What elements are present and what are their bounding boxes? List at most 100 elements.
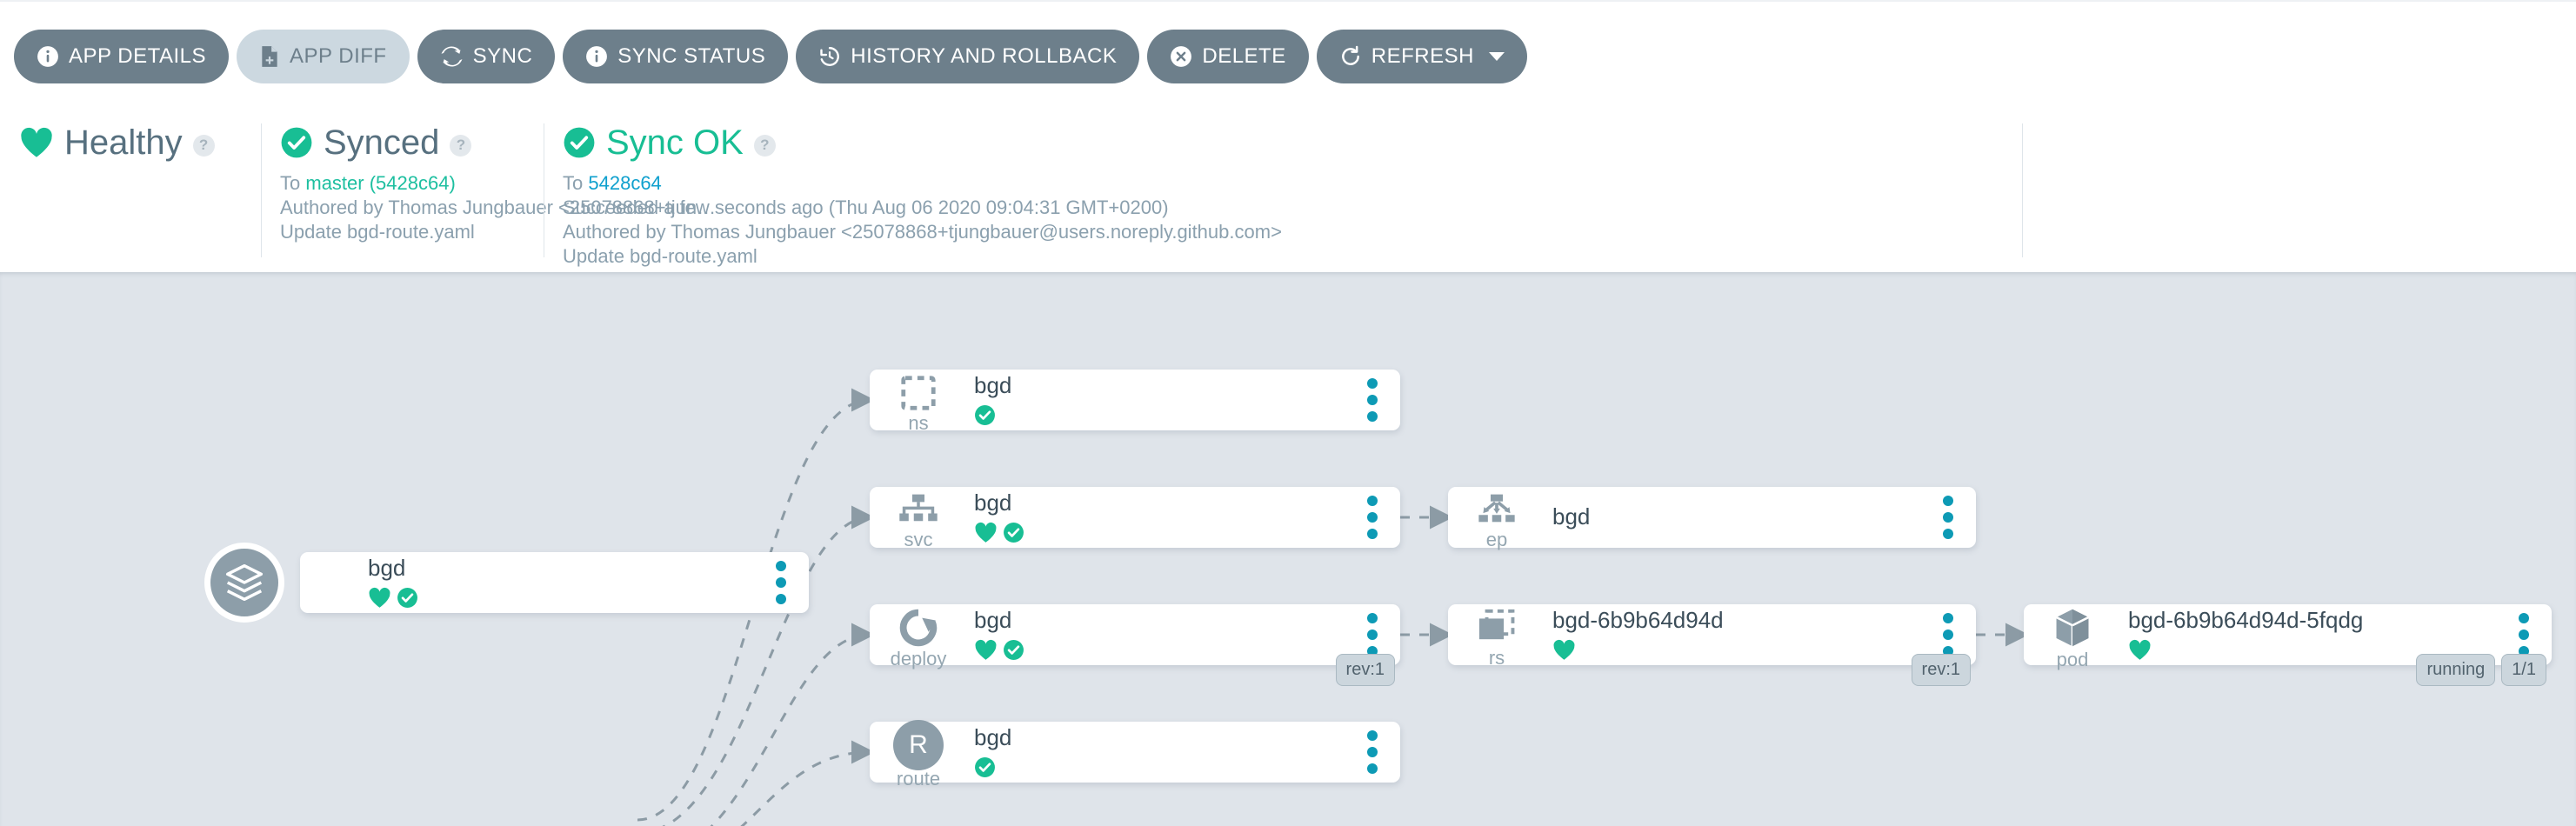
- health-help-icon[interactable]: ?: [193, 135, 215, 157]
- app-status-summary: Healthy ? Synced ? To master (5428c64) A…: [0, 111, 2576, 272]
- tree-node-pod[interactable]: pod bgd-6b9b64d94d-5fqdg running 1/1: [2024, 604, 2552, 665]
- tree-node-route[interactable]: R route bgd: [870, 722, 1400, 783]
- check-circle-icon: [1003, 639, 1024, 661]
- node-name: bgd: [368, 556, 762, 580]
- sync-icon: [440, 45, 464, 68]
- check-circle-icon: [1003, 522, 1024, 543]
- operation-to-prefix: To: [563, 172, 583, 194]
- panel-divider: [2022, 123, 2023, 257]
- operation-status-title: Sync OK: [606, 125, 744, 160]
- tree-node-svc[interactable]: svc bgd: [870, 487, 1400, 548]
- app-details-button[interactable]: APP DETAILS: [14, 30, 229, 83]
- revision-tag: rev:1: [1912, 654, 1971, 686]
- operation-panel-tail: [2022, 111, 2576, 272]
- heart-icon: [974, 639, 998, 661]
- node-name-cell: bgd: [967, 609, 1353, 660]
- resource-tree-canvas[interactable]: bgd ns bgd: [0, 272, 2576, 826]
- heart-icon: [1552, 639, 1576, 661]
- route-letter-icon: R: [893, 723, 944, 768]
- service-icon: [898, 492, 938, 529]
- file-diff-icon: [259, 45, 280, 68]
- info-icon: [585, 45, 608, 68]
- node-kind-cell: ns: [870, 370, 967, 430]
- check-circle-icon: [563, 126, 596, 159]
- history-and-rollback-button[interactable]: HISTORY AND ROLLBACK: [796, 30, 1139, 83]
- node-menu-button[interactable]: [1929, 496, 1967, 539]
- operation-help-icon[interactable]: ?: [754, 135, 776, 157]
- operation-revision-link[interactable]: 5428c64: [588, 172, 661, 194]
- node-name: bgd: [974, 726, 1353, 749]
- sync-status-label: SYNC STATUS: [617, 44, 765, 69]
- pod-phase-tag: running: [2416, 654, 2495, 686]
- history-icon: [818, 45, 841, 68]
- node-menu-button[interactable]: [762, 561, 800, 604]
- tree-node-ep[interactable]: ep bgd: [1448, 487, 1976, 548]
- layers-icon: [204, 543, 284, 623]
- deployment-icon: [898, 608, 938, 648]
- node-name: bgd: [1552, 505, 1929, 529]
- app-details-label: APP DETAILS: [69, 44, 206, 69]
- node-status-row: [368, 587, 762, 609]
- node-status-row: [974, 639, 1353, 661]
- sync-button[interactable]: SYNC: [417, 30, 556, 83]
- node-tag-row: running 1/1: [2416, 654, 2546, 686]
- check-circle-icon: [280, 126, 313, 159]
- check-circle-icon: [974, 404, 996, 426]
- app-diff-label: APP DIFF: [290, 44, 387, 69]
- check-circle-icon: [974, 756, 996, 778]
- node-name-cell: bgd: [361, 556, 762, 608]
- node-menu-button[interactable]: [1353, 730, 1391, 774]
- check-circle-icon: [397, 587, 418, 609]
- app-diff-button[interactable]: APP DIFF: [237, 30, 410, 83]
- node-name-cell: bgd: [967, 726, 1353, 777]
- heart-icon: [2128, 639, 2152, 661]
- tree-node-deploy[interactable]: deploy bgd rev:1: [870, 604, 1400, 665]
- node-kind-cell: [300, 552, 361, 613]
- sync-revision-link[interactable]: master (5428c64): [305, 172, 455, 194]
- node-kind-label: rs: [1489, 649, 1505, 668]
- operation-commit-message: Update bgd-route.yaml: [563, 244, 2022, 269]
- sync-status-panel: Synced ? To master (5428c64) Authored by…: [261, 111, 544, 272]
- node-kind-cell: R route: [870, 722, 967, 783]
- delete-button[interactable]: DELETE: [1147, 30, 1308, 83]
- panel-divider: [261, 123, 262, 257]
- operation-author: Authored by Thomas Jungbauer <25078868+t…: [563, 220, 2022, 244]
- sync-help-icon[interactable]: ?: [450, 135, 471, 157]
- sync-revision-line: To master (5428c64): [280, 171, 544, 196]
- sync-author: Authored by Thomas Jungbauer <25078868+t…: [280, 196, 544, 220]
- node-kind-cell: svc: [870, 487, 967, 548]
- node-menu-button[interactable]: [1353, 613, 1391, 656]
- node-name-cell: bgd-6b9b64d94d-5fqdg: [2121, 609, 2505, 660]
- tree-node-rs[interactable]: rs bgd-6b9b64d94d rev:1: [1448, 604, 1976, 665]
- tree-node-app[interactable]: bgd: [300, 552, 809, 613]
- node-status-row: [974, 404, 1353, 426]
- node-name-cell: bgd: [1545, 505, 1929, 529]
- node-kind-cell: ep: [1448, 487, 1545, 548]
- heart-icon: [974, 522, 998, 543]
- node-kind-cell: deploy: [870, 604, 967, 665]
- revision-tag: rev:1: [1336, 654, 1395, 686]
- node-tag-row: rev:1: [1336, 654, 1395, 686]
- refresh-icon: [1339, 45, 1362, 68]
- node-name: bgd-6b9b64d94d-5fqdg: [2128, 609, 2505, 632]
- node-menu-button[interactable]: [1353, 496, 1391, 539]
- refresh-button[interactable]: REFRESH: [1317, 30, 1527, 83]
- node-menu-button[interactable]: [1929, 613, 1967, 656]
- pod-cube-icon: [2052, 607, 2092, 649]
- node-status-row: [974, 522, 1353, 543]
- operation-status-panel: Sync OK ? To 5428c64 Succeeded a few sec…: [544, 111, 2022, 272]
- node-name: bgd: [974, 374, 1353, 397]
- chevron-down-icon: [1489, 52, 1505, 61]
- delete-circle-icon: [1170, 45, 1192, 68]
- tree-node-ns[interactable]: ns bgd: [870, 370, 1400, 430]
- node-menu-button[interactable]: [1353, 378, 1391, 422]
- sync-label: SYNC: [473, 44, 533, 69]
- node-kind-label: ns: [908, 414, 928, 433]
- node-kind-label: deploy: [891, 649, 947, 669]
- node-kind-label: svc: [904, 530, 933, 550]
- node-kind-cell: pod: [2024, 604, 2121, 665]
- node-menu-button[interactable]: [2505, 613, 2543, 656]
- sync-status-button[interactable]: SYNC STATUS: [563, 30, 788, 83]
- endpoints-icon: [1477, 492, 1517, 529]
- node-name-cell: bgd: [967, 374, 1353, 425]
